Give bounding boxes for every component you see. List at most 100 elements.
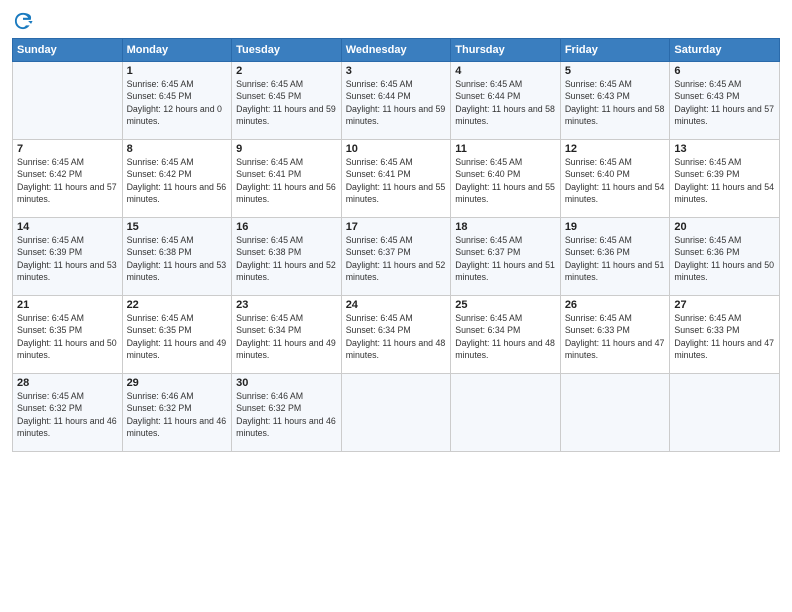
page-container: SundayMondayTuesdayWednesdayThursdayFrid… bbox=[0, 0, 792, 462]
day-info: Sunrise: 6:45 AMSunset: 6:33 PMDaylight:… bbox=[565, 312, 666, 361]
calendar-table: SundayMondayTuesdayWednesdayThursdayFrid… bbox=[12, 38, 780, 452]
day-info: Sunrise: 6:45 AMSunset: 6:37 PMDaylight:… bbox=[346, 234, 447, 283]
week-row-4: 21Sunrise: 6:45 AMSunset: 6:35 PMDayligh… bbox=[13, 296, 780, 374]
day-info: Sunrise: 6:45 AMSunset: 6:41 PMDaylight:… bbox=[346, 156, 447, 205]
day-info: Sunrise: 6:45 AMSunset: 6:32 PMDaylight:… bbox=[17, 390, 118, 439]
calendar-cell: 18Sunrise: 6:45 AMSunset: 6:37 PMDayligh… bbox=[451, 218, 561, 296]
calendar-cell: 23Sunrise: 6:45 AMSunset: 6:34 PMDayligh… bbox=[232, 296, 342, 374]
day-number: 21 bbox=[17, 299, 118, 311]
calendar-cell bbox=[13, 62, 123, 140]
calendar-cell bbox=[560, 374, 670, 452]
day-number: 17 bbox=[346, 221, 447, 233]
day-info: Sunrise: 6:45 AMSunset: 6:37 PMDaylight:… bbox=[455, 234, 556, 283]
day-number: 16 bbox=[236, 221, 337, 233]
header-thursday: Thursday bbox=[451, 39, 561, 62]
day-number: 27 bbox=[674, 299, 775, 311]
day-info: Sunrise: 6:45 AMSunset: 6:43 PMDaylight:… bbox=[674, 78, 775, 127]
day-info: Sunrise: 6:45 AMSunset: 6:33 PMDaylight:… bbox=[674, 312, 775, 361]
header-monday: Monday bbox=[122, 39, 232, 62]
day-info: Sunrise: 6:45 AMSunset: 6:36 PMDaylight:… bbox=[674, 234, 775, 283]
calendar-cell: 28Sunrise: 6:45 AMSunset: 6:32 PMDayligh… bbox=[13, 374, 123, 452]
calendar-cell: 13Sunrise: 6:45 AMSunset: 6:39 PMDayligh… bbox=[670, 140, 780, 218]
day-number: 2 bbox=[236, 65, 337, 77]
calendar-cell bbox=[451, 374, 561, 452]
day-number: 15 bbox=[127, 221, 228, 233]
calendar-cell: 19Sunrise: 6:45 AMSunset: 6:36 PMDayligh… bbox=[560, 218, 670, 296]
calendar-header-row: SundayMondayTuesdayWednesdayThursdayFrid… bbox=[13, 39, 780, 62]
day-number: 26 bbox=[565, 299, 666, 311]
day-info: Sunrise: 6:45 AMSunset: 6:38 PMDaylight:… bbox=[127, 234, 228, 283]
calendar-cell bbox=[670, 374, 780, 452]
day-number: 19 bbox=[565, 221, 666, 233]
calendar-cell: 20Sunrise: 6:45 AMSunset: 6:36 PMDayligh… bbox=[670, 218, 780, 296]
day-number: 10 bbox=[346, 143, 447, 155]
calendar-cell: 17Sunrise: 6:45 AMSunset: 6:37 PMDayligh… bbox=[341, 218, 451, 296]
day-number: 4 bbox=[455, 65, 556, 77]
day-number: 30 bbox=[236, 377, 337, 389]
calendar-cell: 10Sunrise: 6:45 AMSunset: 6:41 PMDayligh… bbox=[341, 140, 451, 218]
logo bbox=[12, 10, 38, 32]
day-info: Sunrise: 6:45 AMSunset: 6:42 PMDaylight:… bbox=[127, 156, 228, 205]
week-row-1: 1Sunrise: 6:45 AMSunset: 6:45 PMDaylight… bbox=[13, 62, 780, 140]
day-info: Sunrise: 6:45 AMSunset: 6:42 PMDaylight:… bbox=[17, 156, 118, 205]
day-info: Sunrise: 6:45 AMSunset: 6:34 PMDaylight:… bbox=[455, 312, 556, 361]
calendar-cell: 6Sunrise: 6:45 AMSunset: 6:43 PMDaylight… bbox=[670, 62, 780, 140]
day-info: Sunrise: 6:45 AMSunset: 6:39 PMDaylight:… bbox=[17, 234, 118, 283]
day-number: 13 bbox=[674, 143, 775, 155]
calendar-cell: 16Sunrise: 6:45 AMSunset: 6:38 PMDayligh… bbox=[232, 218, 342, 296]
calendar-cell: 25Sunrise: 6:45 AMSunset: 6:34 PMDayligh… bbox=[451, 296, 561, 374]
calendar-cell: 11Sunrise: 6:45 AMSunset: 6:40 PMDayligh… bbox=[451, 140, 561, 218]
day-info: Sunrise: 6:46 AMSunset: 6:32 PMDaylight:… bbox=[127, 390, 228, 439]
day-number: 1 bbox=[127, 65, 228, 77]
calendar-cell: 30Sunrise: 6:46 AMSunset: 6:32 PMDayligh… bbox=[232, 374, 342, 452]
calendar-cell: 2Sunrise: 6:45 AMSunset: 6:45 PMDaylight… bbox=[232, 62, 342, 140]
calendar-cell: 9Sunrise: 6:45 AMSunset: 6:41 PMDaylight… bbox=[232, 140, 342, 218]
header-friday: Friday bbox=[560, 39, 670, 62]
calendar-cell: 12Sunrise: 6:45 AMSunset: 6:40 PMDayligh… bbox=[560, 140, 670, 218]
day-info: Sunrise: 6:45 AMSunset: 6:39 PMDaylight:… bbox=[674, 156, 775, 205]
week-row-5: 28Sunrise: 6:45 AMSunset: 6:32 PMDayligh… bbox=[13, 374, 780, 452]
day-number: 18 bbox=[455, 221, 556, 233]
week-row-2: 7Sunrise: 6:45 AMSunset: 6:42 PMDaylight… bbox=[13, 140, 780, 218]
calendar-cell: 5Sunrise: 6:45 AMSunset: 6:43 PMDaylight… bbox=[560, 62, 670, 140]
day-info: Sunrise: 6:45 AMSunset: 6:34 PMDaylight:… bbox=[236, 312, 337, 361]
day-info: Sunrise: 6:45 AMSunset: 6:44 PMDaylight:… bbox=[455, 78, 556, 127]
day-number: 6 bbox=[674, 65, 775, 77]
day-info: Sunrise: 6:45 AMSunset: 6:36 PMDaylight:… bbox=[565, 234, 666, 283]
day-info: Sunrise: 6:45 AMSunset: 6:40 PMDaylight:… bbox=[455, 156, 556, 205]
day-number: 20 bbox=[674, 221, 775, 233]
calendar-cell: 21Sunrise: 6:45 AMSunset: 6:35 PMDayligh… bbox=[13, 296, 123, 374]
calendar-cell: 14Sunrise: 6:45 AMSunset: 6:39 PMDayligh… bbox=[13, 218, 123, 296]
header-tuesday: Tuesday bbox=[232, 39, 342, 62]
day-number: 28 bbox=[17, 377, 118, 389]
logo-icon bbox=[12, 10, 34, 32]
day-number: 3 bbox=[346, 65, 447, 77]
day-info: Sunrise: 6:45 AMSunset: 6:34 PMDaylight:… bbox=[346, 312, 447, 361]
header-wednesday: Wednesday bbox=[341, 39, 451, 62]
day-number: 5 bbox=[565, 65, 666, 77]
calendar-cell: 8Sunrise: 6:45 AMSunset: 6:42 PMDaylight… bbox=[122, 140, 232, 218]
header-sunday: Sunday bbox=[13, 39, 123, 62]
day-number: 23 bbox=[236, 299, 337, 311]
day-number: 11 bbox=[455, 143, 556, 155]
calendar-cell: 27Sunrise: 6:45 AMSunset: 6:33 PMDayligh… bbox=[670, 296, 780, 374]
calendar-cell: 1Sunrise: 6:45 AMSunset: 6:45 PMDaylight… bbox=[122, 62, 232, 140]
day-number: 12 bbox=[565, 143, 666, 155]
day-number: 22 bbox=[127, 299, 228, 311]
day-info: Sunrise: 6:45 AMSunset: 6:35 PMDaylight:… bbox=[17, 312, 118, 361]
week-row-3: 14Sunrise: 6:45 AMSunset: 6:39 PMDayligh… bbox=[13, 218, 780, 296]
calendar-cell: 22Sunrise: 6:45 AMSunset: 6:35 PMDayligh… bbox=[122, 296, 232, 374]
calendar-cell: 3Sunrise: 6:45 AMSunset: 6:44 PMDaylight… bbox=[341, 62, 451, 140]
day-number: 14 bbox=[17, 221, 118, 233]
day-info: Sunrise: 6:45 AMSunset: 6:38 PMDaylight:… bbox=[236, 234, 337, 283]
calendar-cell: 4Sunrise: 6:45 AMSunset: 6:44 PMDaylight… bbox=[451, 62, 561, 140]
day-number: 8 bbox=[127, 143, 228, 155]
day-info: Sunrise: 6:45 AMSunset: 6:43 PMDaylight:… bbox=[565, 78, 666, 127]
day-number: 9 bbox=[236, 143, 337, 155]
day-number: 24 bbox=[346, 299, 447, 311]
day-info: Sunrise: 6:46 AMSunset: 6:32 PMDaylight:… bbox=[236, 390, 337, 439]
day-number: 25 bbox=[455, 299, 556, 311]
day-number: 7 bbox=[17, 143, 118, 155]
calendar-cell bbox=[341, 374, 451, 452]
day-info: Sunrise: 6:45 AMSunset: 6:40 PMDaylight:… bbox=[565, 156, 666, 205]
